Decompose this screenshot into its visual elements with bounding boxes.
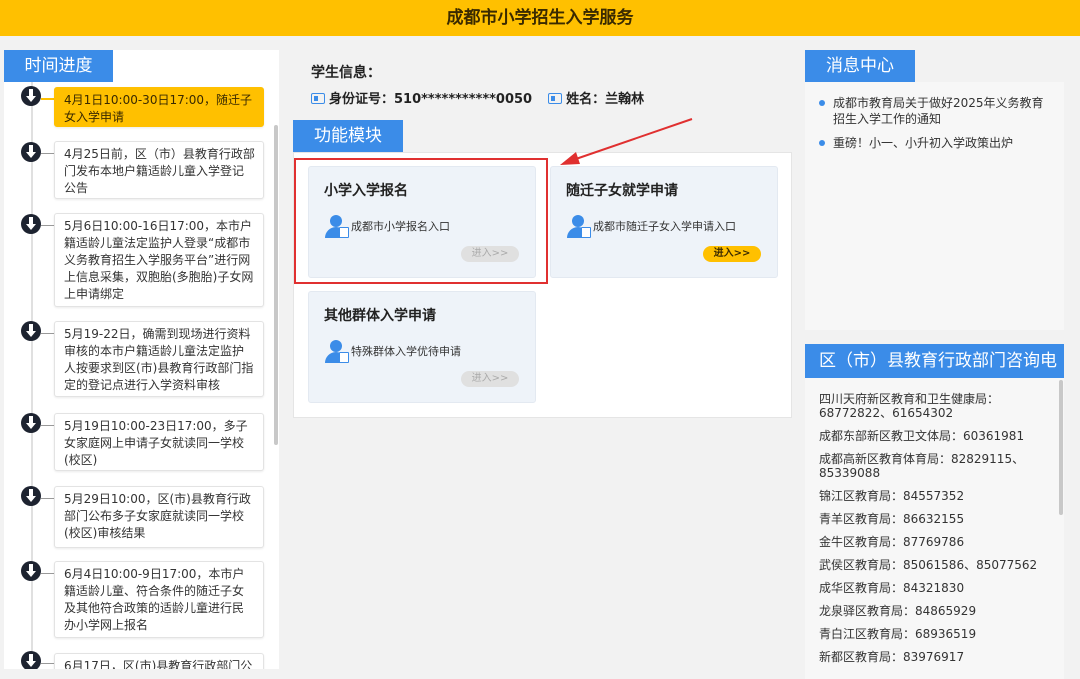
timeline-connector: [41, 333, 54, 334]
timeline-item[interactable]: 4月1日10:00-30日17:00，随迁子女入学申请: [54, 87, 264, 127]
phone-list: 四川天府新区教育和卫生健康局：68772822、61654302 成都东部新区教…: [819, 392, 1055, 673]
timeline-item[interactable]: 5月29日10:00，区(市)县教育行政部门公布多子女家庭就读同一学校(校区)审…: [54, 486, 264, 548]
phone-scrollbar[interactable]: [1059, 380, 1063, 515]
timeline-connector: [41, 663, 54, 664]
down-arrow-icon: [21, 486, 41, 506]
enter-button[interactable]: 进入>>: [703, 246, 761, 262]
user-icon: [324, 340, 350, 364]
down-arrow-icon: [21, 561, 41, 581]
down-arrow-icon: [21, 86, 41, 106]
name-card-icon: [548, 93, 563, 104]
timeline-connector: [41, 98, 54, 100]
timeline-connector: [41, 425, 54, 426]
message-item[interactable]: 重磅！小一、小升初入学政策出炉: [814, 135, 1054, 151]
module-card-other-groups[interactable]: 其他群体入学申请 特殊群体入学优待申请 进入>>: [308, 291, 536, 403]
down-arrow-icon: [21, 142, 41, 162]
timeline-scrollbar[interactable]: [274, 125, 278, 445]
migrant-entry-link[interactable]: 成都市随迁子女入学申请入口: [566, 215, 736, 239]
timeline-item[interactable]: 5月6日10:00-16日17:00，本市户籍适龄儿童法定监护人登录“成都市义务…: [54, 213, 264, 307]
phone-item: 武侯区教育局：85061586、85077562: [819, 558, 1038, 572]
timeline-tab: 时间进度: [4, 50, 113, 82]
timeline-item[interactable]: 4月25日前，区（市）县教育行政部门发布本地户籍适龄儿童入学登记公告: [54, 141, 264, 199]
phone-item: 成华区教育局：84321830: [819, 581, 965, 595]
highlight-box: [294, 158, 548, 284]
student-name: 姓名：兰翰林: [566, 92, 645, 107]
student-info-row: 身份证号：510***********0050 姓名：兰翰林: [311, 88, 644, 107]
phone-item: 金牛区教育局：87769786: [819, 535, 965, 549]
phone-item: 锦江区教育局：84557352: [819, 489, 965, 503]
phone-item: 成都东部新区教卫文体局：60361981: [819, 429, 1025, 443]
phone-item: 成都高新区教育体育局：82829115、85339088: [819, 452, 1025, 480]
user-icon: [566, 215, 592, 239]
module-card-title: 其他群体入学申请: [324, 308, 436, 324]
phone-directory-tab: 区（市）县教育行政部门咨询电话: [805, 344, 1064, 405]
module-card-title: 随迁子女就学申请: [566, 183, 678, 199]
down-arrow-icon: [21, 651, 41, 669]
timeline-item[interactable]: 6月4日10:00-9日17:00，本市户籍适龄儿童、符合条件的随迁子女及其他符…: [54, 561, 264, 638]
enter-button-disabled[interactable]: 进入>>: [461, 371, 519, 387]
student-info-title: 学生信息：: [311, 65, 381, 81]
timeline-item[interactable]: 5月19-22日，确需到现场进行资料审核的本市户籍适龄儿童法定监护人按要求到区(…: [54, 321, 264, 397]
id-card-icon: [311, 93, 325, 104]
phone-item: 青羊区教育局：86632155: [819, 512, 965, 526]
timeline-item[interactable]: 6月17日，区(市)县教育行政部门公: [54, 653, 264, 669]
student-id-number: 身份证号：510***********0050: [329, 92, 533, 107]
timeline-connector: [41, 498, 54, 499]
message-item[interactable]: 成都市教育局关于做好2025年义务教育招生入学工作的通知: [814, 95, 1054, 127]
down-arrow-icon: [21, 413, 41, 433]
pointer-arrow-icon: [560, 118, 693, 165]
timeline-connector: [41, 225, 54, 226]
down-arrow-icon: [21, 321, 41, 341]
phone-item: 新都区教育局：83976917: [819, 650, 965, 664]
page-title: 成都市小学招生入学服务: [446, 8, 634, 28]
timeline-connector: [41, 153, 54, 154]
phone-item: 青白江区教育局：68936519: [819, 627, 977, 641]
phone-item: 龙泉驿区教育局：84865929: [819, 604, 977, 618]
modules-tab: 功能模块: [293, 120, 403, 152]
special-group-entry-link[interactable]: 特殊群体入学优待申请: [324, 340, 461, 364]
student-info: 学生信息： 身份证号：510***********0050 姓名：兰翰林: [293, 50, 792, 114]
message-center-tab: 消息中心: [805, 50, 915, 82]
timeline-connector: [41, 573, 54, 574]
top-banner: 成都市小学招生入学服务: [0, 0, 1080, 36]
down-arrow-icon: [21, 214, 41, 234]
phone-directory-box: 四川天府新区教育和卫生健康局：68772822、61654302 成都东部新区教…: [805, 378, 1064, 679]
timeline-item[interactable]: 5月19日10:00-23日17:00，多子女家庭网上申请子女就读同一学校(校区…: [54, 413, 264, 471]
phone-item: 四川天府新区教育和卫生健康局：68772822、61654302: [819, 392, 1000, 420]
timeline-panel: 时间进度 4月1日10:00-30日17:00，随迁子女入学申请 4月25日前，…: [4, 50, 279, 669]
module-card-migrant-children[interactable]: 随迁子女就学申请 成都市随迁子女入学申请入口 进入>>: [550, 166, 778, 278]
message-list: 成都市教育局关于做好2025年义务教育招生入学工作的通知 重磅！小一、小升初入学…: [814, 95, 1054, 159]
